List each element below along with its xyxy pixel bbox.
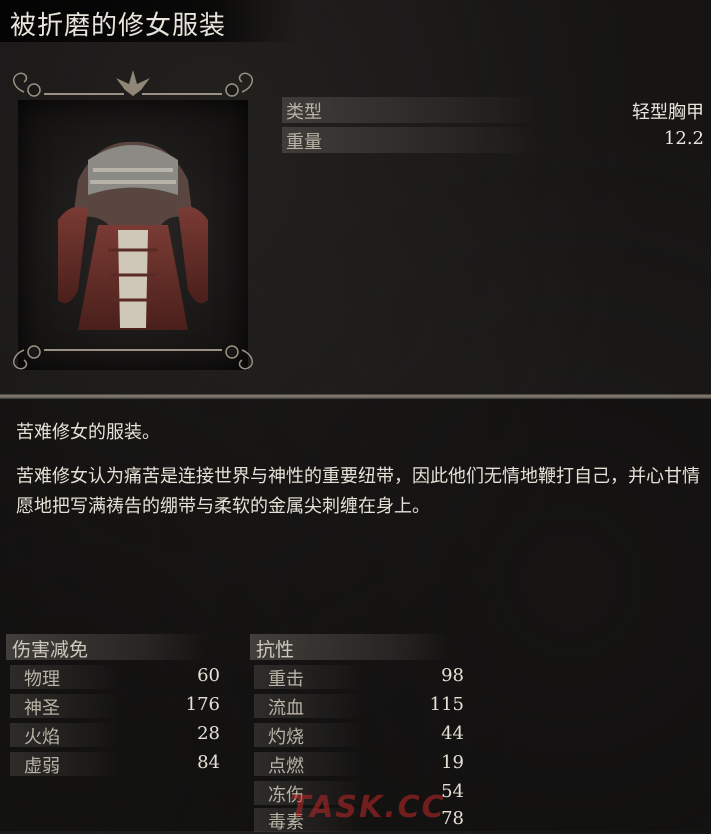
attribute-label: 重量	[286, 132, 322, 153]
item-image-frame	[4, 66, 262, 376]
damage-negation-title: 伤害减免	[12, 639, 89, 661]
row-label: 火焰	[24, 727, 60, 748]
resistance-row-stagger: 重击 98	[254, 664, 464, 690]
attribute-row-weight: 重量 12.2	[282, 127, 708, 153]
row-value: 28	[197, 723, 220, 744]
robe-armor-icon	[58, 141, 208, 330]
row-value: 84	[197, 752, 220, 773]
resistance-row-burn: 灼烧 44	[254, 722, 464, 748]
row-label: 流血	[268, 698, 304, 719]
row-value: 44	[441, 723, 464, 744]
watermark-logo: TASK.CC	[290, 790, 446, 825]
item-image-area	[18, 100, 248, 370]
row-label: 物理	[24, 669, 60, 690]
attribute-value: 轻型胸甲	[632, 102, 704, 123]
row-label: 点燃	[268, 756, 304, 777]
damage-row-holy: 神圣 176	[10, 693, 220, 719]
row-value: 115	[429, 694, 464, 715]
row-value: 19	[441, 752, 464, 773]
attribute-value: 12.2	[663, 128, 704, 149]
damage-row-physical: 物理 60	[10, 664, 220, 690]
resistance-row-ignite: 点燃 19	[254, 751, 464, 777]
damage-negation-header: 伤害减免	[6, 634, 206, 661]
row-label: 神圣	[24, 698, 60, 719]
frame-ornament-bottom-icon	[13, 345, 253, 370]
row-value: 176	[185, 694, 220, 715]
resistance-header: 抗性	[250, 634, 450, 661]
item-description: 苦难修女的服装。 苦难修女认为痛苦是连接世界与神性的重要纽带，因此他们无情地鞭打…	[16, 418, 706, 536]
description-line-2: 苦难修女认为痛苦是连接世界与神性的重要纽带，因此他们无情地鞭打自己，并心甘情愿地…	[16, 466, 700, 517]
row-label: 虚弱	[24, 756, 60, 777]
row-label: 灼烧	[268, 727, 304, 748]
item-title: 被折磨的修女服装	[10, 11, 227, 41]
row-value: 60	[197, 665, 220, 686]
damage-row-frenzy: 虚弱 84	[10, 751, 220, 777]
attribute-row-type: 类型 轻型胸甲	[282, 97, 708, 123]
damage-row-fire: 火焰 28	[10, 722, 220, 748]
description-line-1: 苦难修女的服装。	[16, 422, 160, 443]
row-value: 98	[441, 665, 464, 686]
resistance-row-bleed: 流血 115	[254, 693, 464, 719]
resistance-title: 抗性	[256, 639, 295, 661]
attribute-label: 类型	[286, 102, 322, 123]
row-label: 重击	[268, 669, 304, 690]
